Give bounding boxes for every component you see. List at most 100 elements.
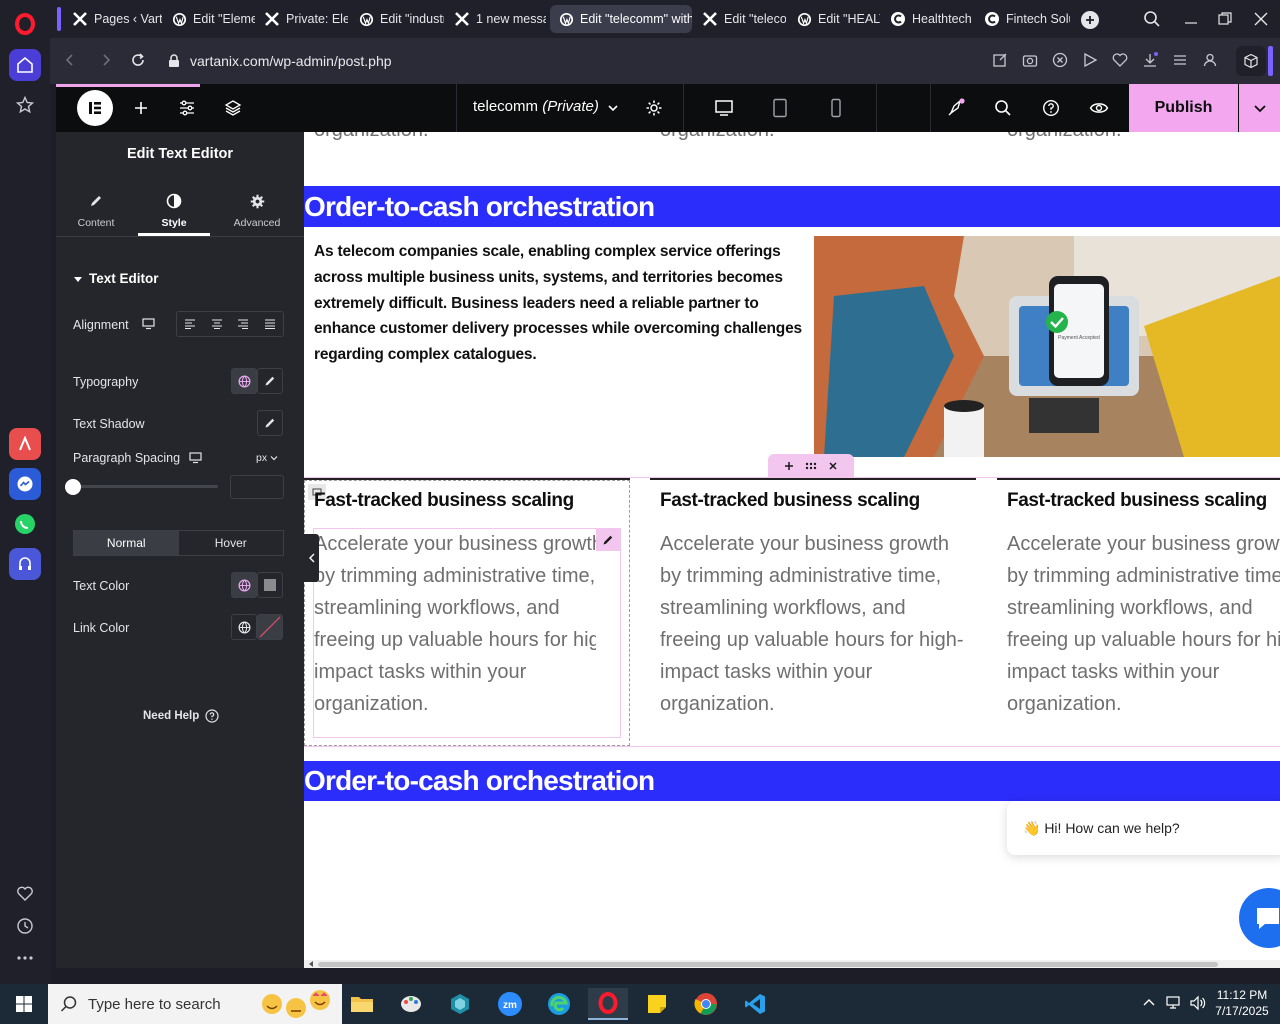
- zoom-icon[interactable]: zm: [490, 988, 530, 1020]
- file-explorer-icon[interactable]: [342, 988, 382, 1020]
- notifications-rocket-icon[interactable]: [942, 94, 970, 122]
- tablet-view-icon[interactable]: [766, 94, 794, 122]
- link-color-swatch-empty[interactable]: [257, 614, 283, 640]
- opera-logo-icon[interactable]: [9, 8, 41, 40]
- chevron-down-icon[interactable]: [607, 102, 619, 114]
- tab-2[interactable]: Private: Elem: [256, 5, 348, 33]
- globe-icon[interactable]: [231, 614, 257, 640]
- hero-image[interactable]: Payment Accepted: [814, 236, 1280, 457]
- extensions-icon[interactable]: [1236, 46, 1266, 76]
- paragraph-spacing-input[interactable]: [230, 475, 284, 499]
- publish-options-button[interactable]: [1239, 84, 1280, 132]
- unit-selector[interactable]: px: [256, 452, 278, 464]
- windows-start-icon[interactable]: [4, 988, 44, 1020]
- tab-5-active[interactable]: Edit "telecomm" with: [550, 5, 692, 33]
- paint-app-icon[interactable]: [391, 988, 431, 1020]
- collapse-panel-button[interactable]: [304, 534, 319, 582]
- chat-launcher-button[interactable]: [1239, 888, 1280, 948]
- tab-9[interactable]: Fintech Solu: [976, 5, 1070, 33]
- bookmark-heart-icon[interactable]: [1112, 52, 1128, 68]
- align-right-icon[interactable]: [230, 312, 257, 336]
- responsive-desktop-icon[interactable]: [142, 318, 155, 330]
- publish-button[interactable]: Publish: [1129, 84, 1238, 132]
- align-left-icon[interactable]: [177, 312, 204, 336]
- whatsapp-icon[interactable]: [9, 508, 41, 540]
- tab-advanced[interactable]: Advanced: [221, 184, 293, 236]
- globe-icon[interactable]: [231, 368, 257, 394]
- normal-tab[interactable]: Normal: [74, 531, 179, 555]
- column-body[interactable]: Accelerate your business growth by trimm…: [660, 528, 964, 720]
- tab-search-icon[interactable]: [1143, 10, 1161, 28]
- tab-content[interactable]: Content: [60, 184, 132, 236]
- page-settings-gear-icon[interactable]: [640, 94, 668, 122]
- preview-eye-icon[interactable]: [1085, 94, 1113, 122]
- minimize-icon[interactable]: [1182, 10, 1200, 28]
- volume-icon[interactable]: [1189, 995, 1207, 1011]
- tab-1[interactable]: Edit "Elemen: [163, 5, 255, 33]
- column-body[interactable]: Accelerate your business growth by trimm…: [1007, 528, 1280, 720]
- adblock-icon[interactable]: [1052, 52, 1068, 68]
- typography-edit-pencil-icon[interactable]: [257, 368, 283, 394]
- responsive-desktop-icon[interactable]: [189, 452, 202, 464]
- tab-0[interactable]: Pages ‹ Varta: [64, 5, 162, 33]
- close-window-icon[interactable]: [1252, 10, 1270, 28]
- sticky-notes-icon[interactable]: [637, 988, 677, 1020]
- tab-7[interactable]: Edit "HEALTI: [788, 5, 880, 33]
- globe-icon[interactable]: [231, 572, 257, 598]
- forward-icon[interactable]: [98, 52, 114, 68]
- history-icon[interactable]: [9, 910, 41, 942]
- search-icon[interactable]: [989, 94, 1017, 122]
- back-icon[interactable]: [62, 52, 78, 68]
- section-handle[interactable]: [768, 454, 854, 478]
- vscode-icon[interactable]: [735, 988, 775, 1020]
- camera-icon[interactable]: [1022, 52, 1038, 68]
- chat-greeting-bubble[interactable]: 👋 Hi! How can we help?: [1007, 801, 1280, 855]
- structure-layers-icon[interactable]: [219, 94, 247, 122]
- new-tab-button[interactable]: [1081, 11, 1099, 29]
- horizontal-scrollbar[interactable]: [304, 960, 1280, 968]
- text-color-swatch[interactable]: [257, 572, 283, 598]
- column-body[interactable]: Accelerate your business growth by trimm…: [314, 528, 596, 720]
- need-help-link[interactable]: Need Help: [143, 709, 219, 723]
- intro-paragraph[interactable]: As telecom companies scale, enabling com…: [314, 239, 804, 368]
- slider-handle[interactable]: [65, 479, 81, 495]
- network-icon[interactable]: [1166, 995, 1184, 1011]
- home-icon[interactable]: [9, 49, 41, 81]
- column-title[interactable]: Fast-tracked business scaling: [314, 490, 574, 512]
- column-title[interactable]: Fast-tracked business scaling: [660, 490, 920, 512]
- download-icon[interactable]: [1142, 52, 1158, 68]
- widget-edit-pencil-icon[interactable]: [596, 529, 620, 551]
- tab-3[interactable]: Edit "industr: [350, 5, 444, 33]
- slider-track[interactable]: [73, 485, 218, 488]
- column-title[interactable]: Fast-tracked business scaling: [1007, 490, 1267, 512]
- align-center-icon[interactable]: [204, 312, 231, 336]
- opera-taskbar-icon[interactable]: [588, 988, 628, 1020]
- more-icon[interactable]: [9, 942, 41, 974]
- section-heading[interactable]: Order-to-cash orchestration: [304, 186, 1280, 227]
- music-player-icon[interactable]: [9, 548, 41, 580]
- aria-icon[interactable]: [9, 428, 41, 460]
- text-shadow-pencil-icon[interactable]: [257, 410, 283, 436]
- url-field[interactable]: vartanix.com/wp-admin/post.php: [158, 45, 1268, 77]
- scrollbar-thumb[interactable]: [318, 962, 1218, 967]
- reload-icon[interactable]: [130, 52, 146, 68]
- add-element-icon[interactable]: [127, 94, 155, 122]
- messenger-icon[interactable]: [9, 468, 41, 500]
- restore-icon[interactable]: [1216, 10, 1234, 28]
- play-icon[interactable]: [1082, 52, 1098, 68]
- heart-icon[interactable]: [9, 878, 41, 910]
- send-to-icon[interactable]: [992, 52, 1008, 68]
- chrome-icon[interactable]: [686, 988, 726, 1020]
- section-toggle-text-editor[interactable]: Text Editor: [73, 271, 159, 286]
- page-title-dropdown[interactable]: telecomm (Private): [473, 98, 599, 115]
- tab-6[interactable]: Edit "telecon: [694, 5, 786, 33]
- hover-tab[interactable]: Hover: [179, 531, 284, 555]
- clock[interactable]: 11:12 PM 7/17/2025: [1214, 987, 1270, 1019]
- help-icon[interactable]: [1037, 94, 1065, 122]
- edge-icon[interactable]: [539, 988, 579, 1020]
- elementor-logo-icon[interactable]: [77, 90, 113, 126]
- align-justify-icon[interactable]: [257, 312, 284, 336]
- easy-setup-icon[interactable]: [1172, 52, 1188, 68]
- star-icon[interactable]: [9, 89, 41, 121]
- show-hidden-icons-chevron-icon[interactable]: [1142, 996, 1156, 1010]
